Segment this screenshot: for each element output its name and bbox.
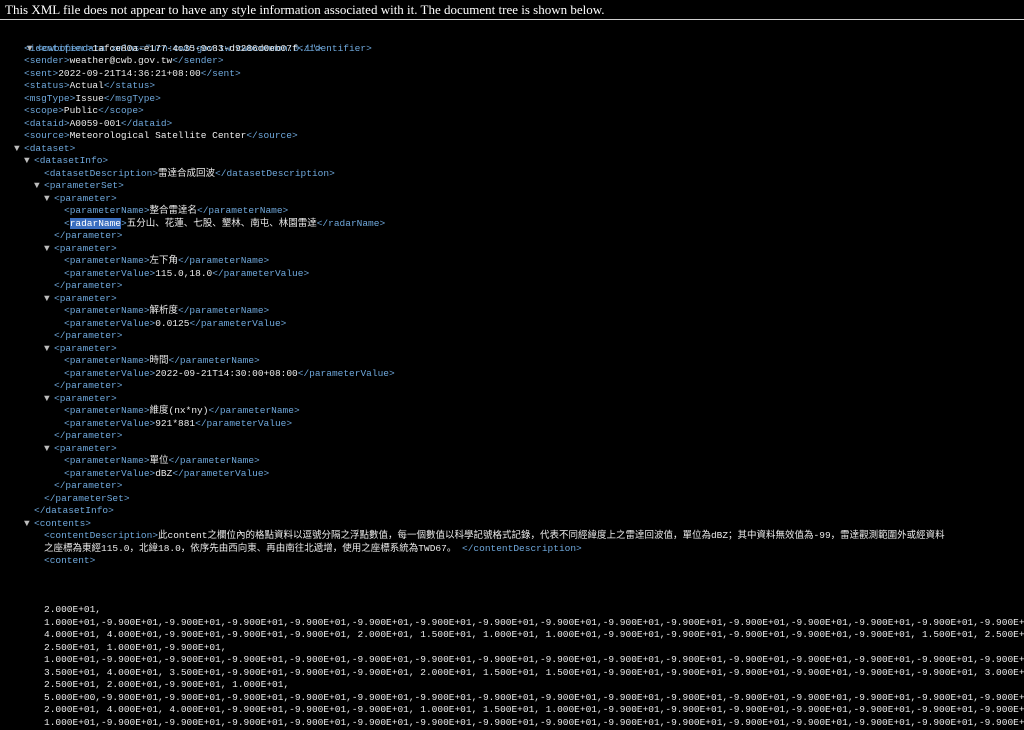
selected-tag-name[interactable]: radarName <box>69 217 122 229</box>
node-parameterset[interactable]: ▼ <parameterSet> <box>34 180 124 193</box>
node-dataset[interactable]: ▼ <dataset> <box>14 143 75 156</box>
node-parameter[interactable]: ▼ <parameter> <box>44 193 117 206</box>
node-status: <status>Actual</status> <box>24 80 156 91</box>
xml-style-notice: This XML file does not appear to have an… <box>5 2 605 17</box>
parameter-name-value: 時間 <box>149 355 169 366</box>
node-parametername: <parameterName>整合雷達名</parameterName> <box>64 205 289 216</box>
source-value: Meteorological Satellite Center <box>69 130 247 141</box>
status-value: Actual <box>69 80 104 91</box>
node-parametername: <parameterName>左下角</parameterName> <box>64 255 270 266</box>
sent-value: 2022-09-21T14:36:21+08:00 <box>58 67 201 79</box>
identifier-value: 1afce80a-e177-4c35-9c83-d9286d0eb07f <box>92 42 298 54</box>
node-dataid: <dataid>A0059-001</dataid> <box>24 117 173 129</box>
parameter-name-value: 整合雷達名 <box>149 205 198 216</box>
collapse-toggle-icon[interactable]: ▼ <box>44 243 54 256</box>
node-parametername: <parameterName>解析度</parameterName> <box>64 305 270 316</box>
node-parametervalue: <parameterValue>0.0125</parameterValue> <box>64 317 287 329</box>
parameter-name-value: 解析度 <box>149 305 179 316</box>
content-data-line: 1.000E+01,-9.900E+01,-9.900E+01,-9.900E+… <box>44 654 1024 665</box>
node-source: <source>Meteorological Satellite Center<… <box>24 130 298 141</box>
content-data-line: 1.000E+01,-9.900E+01,-9.900E+01,-9.900E+… <box>44 616 1024 628</box>
node-parameter-close: </parameter> <box>54 380 123 391</box>
collapse-toggle-icon[interactable]: ▼ <box>44 193 54 206</box>
node-parameter-close: </parameter> <box>54 280 123 291</box>
parameter-value: 0.0125 <box>155 317 190 329</box>
scope-value: Public <box>63 105 99 116</box>
node-sender: <sender>weather@cwb.gov.tw</sender> <box>24 55 224 66</box>
collapse-toggle-icon[interactable]: ▼ <box>34 180 44 193</box>
content-data-line: 2.500E+01, 2.000E+01,-9.900E+01, 1.000E+… <box>44 679 290 690</box>
node-parameter[interactable]: ▼ <parameter> <box>44 293 117 306</box>
collapse-toggle-icon[interactable]: ▼ <box>24 155 34 168</box>
parameter-name-value: 左下角 <box>149 255 179 266</box>
node-msgtype: <msgType>Issue</msgType> <box>24 92 161 104</box>
notice-divider <box>0 19 1024 20</box>
radar-name-value: 五分山、花蓮、七股、墾林、南屯、林園雷達 <box>126 217 317 229</box>
content-data-line: 2.500E+01, 1.000E+01,-9.900E+01, <box>44 641 227 653</box>
node-parametervalue: <parameterValue>115.0,18.0</parameterVal… <box>64 267 310 279</box>
node-parametervalue: <parameterValue>dBZ</parameterValue> <box>64 467 270 479</box>
content-data-line: 2.000E+01, 4.000E+01, 4.000E+01,-9.900E+… <box>44 704 1024 715</box>
node-content: <content> <box>44 555 96 566</box>
node-parametername: <parameterName>維度(nx*ny)</parameterName> <box>64 405 300 416</box>
parameter-value: dBZ <box>155 467 173 479</box>
node-parameter[interactable]: ▼ <parameter> <box>44 243 117 256</box>
node-parameter-close: </parameter> <box>54 480 123 491</box>
node-parameter[interactable]: ▼ <parameter> <box>44 443 117 456</box>
sender-value: weather@cwb.gov.tw <box>69 55 173 66</box>
parameter-name-value: 維度(nx*ny) <box>149 405 209 416</box>
node-datasetinfo-close: </datasetInfo> <box>34 505 114 516</box>
collapse-toggle-icon[interactable]: ▼ <box>24 518 34 531</box>
node-parametervalue: <parameterValue>921*881</parameterValue> <box>64 417 293 429</box>
node-contents[interactable]: ▼ <contents> <box>24 518 91 531</box>
collapse-toggle-icon[interactable]: ▼ <box>44 393 54 406</box>
node-datasetinfo[interactable]: ▼ <datasetInfo> <box>24 155 108 168</box>
parameter-value: 2022-09-21T14:30:00+08:00 <box>155 367 298 379</box>
content-data-line: 5.000E+00,-9.900E+01,-9.900E+01,-9.900E+… <box>44 691 1024 703</box>
parameter-name-value: 單位 <box>149 455 169 466</box>
node-parameter[interactable]: ▼ <parameter> <box>44 393 117 406</box>
node-parametervalue: <parameterValue>2022-09-21T14:30:00+08:0… <box>64 367 395 379</box>
node-sent: <sent>2022-09-21T14:36:21+08:00</sent> <box>24 67 241 79</box>
content-description-line1: 此content之欄位內的格點資料以逗號分隔之浮點數值，每一個數值以科學記號格式… <box>158 530 945 541</box>
dataset-description-value: 雷達合成回波 <box>158 167 216 179</box>
msgtype-value: Issue <box>75 92 104 104</box>
xml-document-tree: ▼ <cwbopendata xmlns="urn:cwb:gov:tw:cwbc… <box>0 30 1024 730</box>
content-data-line: 1.000E+01,-9.900E+01,-9.900E+01,-9.900E+… <box>44 716 1024 728</box>
node-parameterset-close: </parameterSet> <box>44 492 130 504</box>
node-radarname: <radarName>五分山、花蓮、七股、墾林、南屯、林園雷達</radarNa… <box>64 217 386 229</box>
content-data-line: 3.500E+01, 4.000E+01, 3.500E+01,-9.900E+… <box>44 666 1024 678</box>
collapse-toggle-icon[interactable]: ▼ <box>44 293 54 306</box>
node-contentdescription: <contentDescription>此content之欄位內的格點資料以逗號… <box>44 530 945 541</box>
node-cwbopendata[interactable]: ▼ <cwbopendata xmlns="urn:cwb:gov:tw:cwbc… <box>4 30 322 54</box>
node-parameter-close: </parameter> <box>54 230 123 241</box>
dataid-value: A0059-001 <box>69 117 121 129</box>
node-scope: <scope>Public</scope> <box>24 105 144 116</box>
collapse-toggle-icon[interactable]: ▼ <box>44 343 54 356</box>
parameter-value: 115.0,18.0 <box>155 267 213 279</box>
node-datasetdescription: <datasetDescription>雷達合成回波</datasetDescr… <box>44 167 335 179</box>
node-parameter[interactable]: ▼ <parameter> <box>44 343 117 356</box>
parameter-value: 921*881 <box>155 417 196 429</box>
node-parameter-close: </parameter> <box>54 430 123 441</box>
node-identifier: <identifier>1afce80a-e177-4c35-9c83-d928… <box>24 42 372 54</box>
collapse-toggle-icon[interactable]: ▼ <box>14 143 24 156</box>
node-parametername: <parameterName>時間</parameterName> <box>64 355 260 366</box>
content-description-line2: 之座標為東經115.0，北緯18.0，依序先由西向東、再由南往北遞增，使用之座標… <box>44 542 457 554</box>
node-parametername: <parameterName>單位</parameterName> <box>64 455 260 466</box>
collapse-toggle-icon[interactable]: ▼ <box>44 443 54 456</box>
node-parameter-close: </parameter> <box>54 330 123 341</box>
node-contentdescription-cont: 之座標為東經115.0，北緯18.0，依序先由西向東、再由南往北遞增，使用之座標… <box>44 542 582 554</box>
content-data-line: 2.000E+01, <box>44 604 102 615</box>
content-data-line: 4.000E+01, 4.000E+01,-9.900E+01,-9.900E+… <box>44 629 1024 640</box>
